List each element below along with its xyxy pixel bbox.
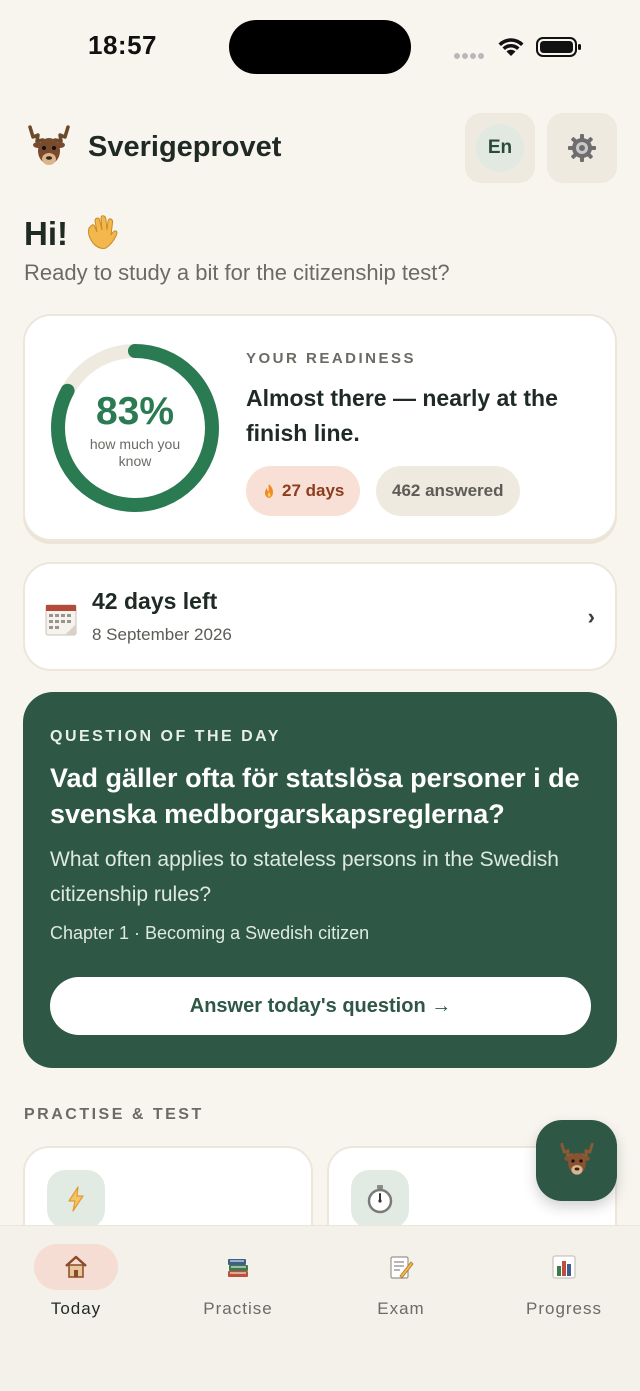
calendar-icon bbox=[45, 604, 77, 636]
chevron-right-icon: › bbox=[587, 604, 595, 629]
waving-hand-icon bbox=[88, 215, 118, 249]
readiness-label: YOUR READINESS bbox=[246, 350, 417, 367]
qotd-label: QUESTION OF THE DAY bbox=[50, 728, 281, 745]
answered-text: 462 answered bbox=[392, 481, 504, 500]
tab-progress-label: Progress bbox=[525, 1299, 603, 1318]
cellular-signal-icon bbox=[454, 46, 488, 59]
books-icon bbox=[228, 1259, 248, 1277]
answered-badge: 462 answered bbox=[376, 466, 520, 516]
exam-date: 8 September 2026 bbox=[92, 625, 232, 644]
status-time: 18:57 bbox=[88, 30, 157, 60]
house-icon bbox=[65, 1255, 87, 1278]
app-header: Sverigeprovet En bbox=[24, 113, 617, 183]
app-title: Sverigeprovet bbox=[88, 131, 282, 163]
greeting-text: Hi! bbox=[24, 215, 68, 252]
tab-progress[interactable]: Progress bbox=[504, 1244, 624, 1324]
stopwatch-icon bbox=[367, 1185, 393, 1214]
tab-exam-label: Exam bbox=[377, 1299, 425, 1318]
qotd-question-english: What often applies to stateless persons … bbox=[50, 848, 559, 906]
question-of-the-day-card: QUESTION OF THE DAY Vad gäller ofta för … bbox=[23, 692, 617, 1068]
bottom-tab-bar: Today Practise Exam Progress bbox=[0, 1225, 640, 1391]
moose-icon bbox=[559, 1142, 594, 1175]
readiness-percent: 83% bbox=[95, 390, 175, 433]
settings-button[interactable] bbox=[547, 113, 617, 183]
readiness-caption: how much you know bbox=[89, 436, 181, 469]
readiness-card[interactable]: 83% how much you know YOUR READINESS Alm… bbox=[23, 314, 617, 541]
language-label: En bbox=[476, 124, 524, 172]
tab-practise[interactable]: Practise bbox=[178, 1244, 298, 1324]
tab-today[interactable]: Today bbox=[16, 1244, 136, 1324]
streak-text: 27 days bbox=[282, 481, 345, 500]
quick-practice-icon-box bbox=[47, 1170, 105, 1228]
status-bar: 18:57 bbox=[0, 0, 640, 95]
timed-test-icon-box bbox=[351, 1170, 409, 1228]
days-left: 42 days left bbox=[92, 588, 218, 614]
tab-today-label: Today bbox=[50, 1299, 102, 1318]
assistant-fab-button[interactable] bbox=[536, 1120, 617, 1201]
streak-badge: 27 days bbox=[246, 466, 361, 516]
qotd-chapter: Chapter 1 · Becoming a Swedish citizen bbox=[50, 923, 370, 943]
gear-icon bbox=[568, 134, 596, 162]
flame-icon bbox=[265, 484, 273, 498]
exam-countdown-card[interactable]: 42 days left 8 September 2026 › bbox=[23, 562, 617, 671]
battery-icon bbox=[536, 37, 581, 57]
dynamic-island bbox=[229, 20, 411, 74]
memo-icon bbox=[390, 1256, 414, 1279]
readiness-message: Almost there — nearly at the finish line… bbox=[246, 385, 558, 446]
tab-exam[interactable]: Exam bbox=[341, 1244, 461, 1324]
practise-section-label: PRACTISE & TEST bbox=[24, 1106, 204, 1123]
bar-chart-icon bbox=[552, 1255, 576, 1279]
greeting-title: Hi! bbox=[24, 213, 121, 253]
greeting-subtitle: Ready to study a bit for the citizenship… bbox=[24, 260, 450, 285]
moose-icon bbox=[28, 125, 70, 165]
wifi-icon bbox=[498, 38, 524, 56]
lightning-icon bbox=[68, 1186, 84, 1212]
answer-question-button[interactable]: Answer today's question → bbox=[50, 977, 591, 1035]
tab-practise-label: Practise bbox=[203, 1299, 273, 1318]
language-button[interactable]: En bbox=[465, 113, 535, 183]
qotd-question-swedish: Vad gäller ofta för statslösa personer i… bbox=[50, 763, 580, 829]
